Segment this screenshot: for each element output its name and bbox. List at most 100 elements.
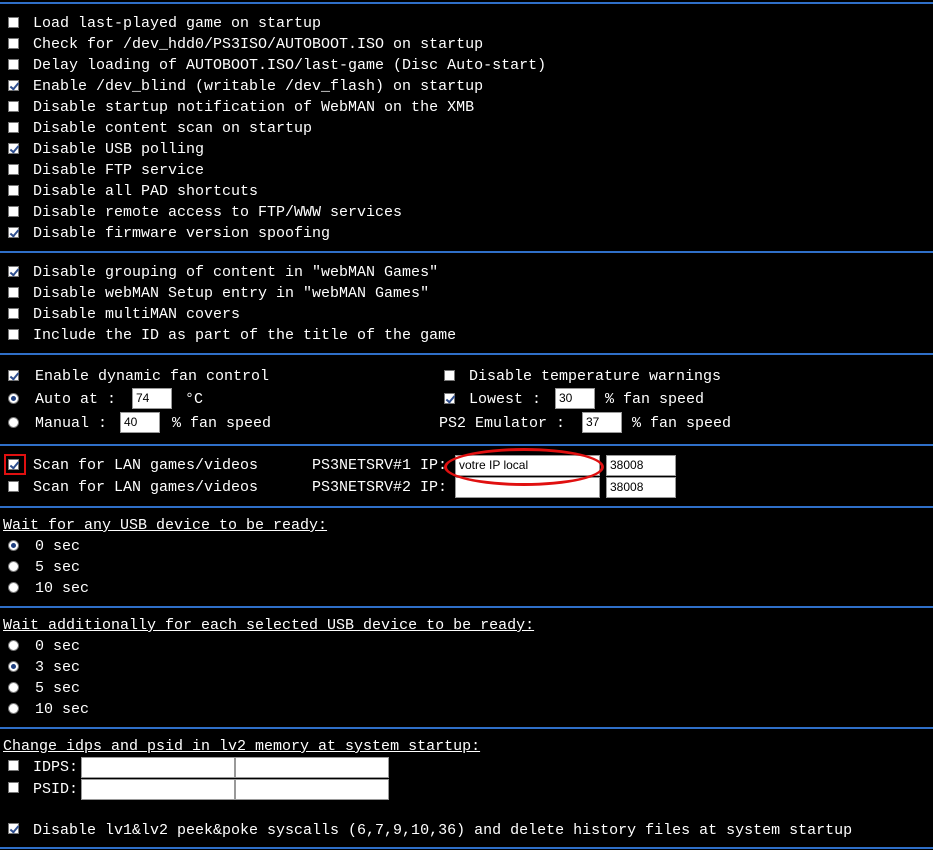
idps-checkbox[interactable]	[8, 760, 19, 771]
option-label: Disable remote access to FTP/WWW service…	[33, 204, 403, 221]
checkbox[interactable]	[8, 101, 19, 112]
psid-row: PSID:	[0, 779, 78, 800]
checkbox[interactable]	[8, 122, 19, 133]
separator	[0, 444, 933, 446]
checkbox[interactable]	[8, 17, 19, 28]
option-label: Disable multiMAN covers	[33, 306, 241, 323]
lan-1-server-label: PS3NETSRV#1 IP:	[312, 457, 448, 474]
option-label: Disable all PAD shortcuts	[33, 183, 259, 200]
option-label: 0 sec	[35, 638, 81, 655]
lan-2-checkbox[interactable]	[8, 481, 19, 492]
separator	[0, 606, 933, 608]
separator	[0, 251, 933, 253]
idps-label: IDPS:	[33, 759, 79, 776]
option-label: Disable grouping of content in "webMAN G…	[33, 264, 439, 281]
psid-input-1[interactable]	[81, 779, 235, 800]
separator	[0, 727, 933, 729]
option-label: Delay loading of AUTOBOOT.ISO/last-game …	[33, 57, 547, 74]
fan-manual-label: Manual :	[35, 415, 108, 432]
separator	[0, 847, 933, 849]
disable-temp-label: Disable temperature warnings	[469, 368, 722, 385]
peekpoke-row: Disable lv1&lv2 peek&poke syscalls (6,7,…	[0, 820, 852, 841]
lan-2-server-label: PS3NETSRV#2 IP:	[312, 479, 448, 496]
fan-auto-label: Auto at :	[35, 391, 117, 408]
fan-auto-radio[interactable]	[8, 393, 19, 404]
fan-dynamic-row: Enable dynamic fan control	[0, 366, 269, 387]
checkbox[interactable]	[8, 227, 19, 238]
psid-checkbox[interactable]	[8, 782, 19, 793]
radio-button[interactable]	[8, 661, 19, 672]
checkbox[interactable]	[8, 329, 19, 340]
annotation-circle	[444, 448, 604, 486]
checkbox[interactable]	[8, 266, 19, 277]
checkbox[interactable]	[8, 185, 19, 196]
radio-button[interactable]	[8, 640, 19, 651]
lowest-checkbox[interactable]	[444, 393, 455, 404]
option-label: Disable firmware version spoofing	[33, 225, 331, 242]
lan-2-label: Scan for LAN games/videos	[33, 479, 259, 496]
radio-button[interactable]	[8, 540, 19, 551]
option-label: Disable webMAN Setup entry in "webMAN Ga…	[33, 285, 430, 302]
disable-temp-row: Disable temperature warnings	[436, 366, 721, 387]
radio-button[interactable]	[8, 682, 19, 693]
peekpoke-checkbox[interactable]	[8, 823, 19, 834]
option-label: 5 sec	[35, 680, 81, 697]
option-label: 0 sec	[35, 538, 81, 555]
idps-input-1[interactable]	[81, 757, 235, 778]
annotation-box	[4, 454, 26, 475]
lan-2-port-input[interactable]: 38008	[606, 477, 676, 498]
option-label: Disable USB polling	[33, 141, 205, 158]
checkbox[interactable]	[8, 80, 19, 91]
option-label: Enable /dev_blind (writable /dev_flash) …	[33, 78, 484, 95]
ps2-emulator-label: PS2 Emulator :	[439, 415, 566, 432]
lowest-unit: % fan speed	[605, 391, 705, 408]
ps2-emulator-input[interactable]: 37	[582, 412, 622, 433]
checkbox[interactable]	[8, 164, 19, 175]
fan-auto-input[interactable]: 74	[132, 388, 172, 409]
option-label: 10 sec	[35, 580, 90, 597]
disable-temp-checkbox[interactable]	[444, 370, 455, 381]
separator	[0, 2, 933, 4]
radio-button[interactable]	[8, 582, 19, 593]
idps-row: IDPS:	[0, 757, 78, 778]
lan-1-label: Scan for LAN games/videos	[33, 457, 259, 474]
fan-manual-row: Manual :	[0, 413, 107, 434]
lowest-label: Lowest :	[469, 391, 542, 408]
fan-manual-input[interactable]: 40	[120, 412, 160, 433]
fan-dynamic-label: Enable dynamic fan control	[35, 368, 270, 385]
fan-manual-unit: % fan speed	[172, 415, 272, 432]
checkbox[interactable]	[8, 206, 19, 217]
option-label: 3 sec	[35, 659, 81, 676]
psid-input-2[interactable]	[235, 779, 389, 800]
ps2-emulator-unit: % fan speed	[632, 415, 732, 432]
lowest-row: Lowest :	[436, 389, 541, 410]
idps-heading: Change idps and psid in lv2 memory at sy…	[3, 738, 481, 755]
option-label: Load last-played game on startup	[33, 15, 322, 32]
peekpoke-label: Disable lv1&lv2 peek&poke syscalls (6,7,…	[33, 822, 853, 839]
lan-row-2: Scan for LAN games/videos	[0, 477, 258, 498]
checkbox[interactable]	[8, 143, 19, 154]
checkbox[interactable]	[8, 59, 19, 70]
checkbox[interactable]	[8, 287, 19, 298]
fan-auto-unit: °C	[185, 391, 204, 408]
separator	[0, 353, 933, 355]
option-label: Check for /dev_hdd0/PS3ISO/AUTOBOOT.ISO …	[33, 36, 484, 53]
radio-button[interactable]	[8, 561, 19, 572]
option-label: Disable content scan on startup	[33, 120, 313, 137]
usb-wait-heading: Wait for any USB device to be ready:	[3, 517, 328, 534]
separator	[0, 506, 933, 508]
lowest-input[interactable]: 30	[555, 388, 595, 409]
option-label: Disable FTP service	[33, 162, 205, 179]
idps-input-2[interactable]	[235, 757, 389, 778]
psid-label: PSID:	[33, 781, 79, 798]
option-label: 5 sec	[35, 559, 81, 576]
option-label: Include the ID as part of the title of t…	[33, 327, 457, 344]
checkbox[interactable]	[8, 38, 19, 49]
option-label: Disable startup notification of WebMAN o…	[33, 99, 475, 116]
radio-button[interactable]	[8, 703, 19, 714]
checkbox[interactable]	[8, 308, 19, 319]
option-label: 10 sec	[35, 701, 90, 718]
fan-manual-radio[interactable]	[8, 417, 19, 428]
lan-1-port-input[interactable]: 38008	[606, 455, 676, 476]
fan-dynamic-checkbox[interactable]	[8, 370, 19, 381]
